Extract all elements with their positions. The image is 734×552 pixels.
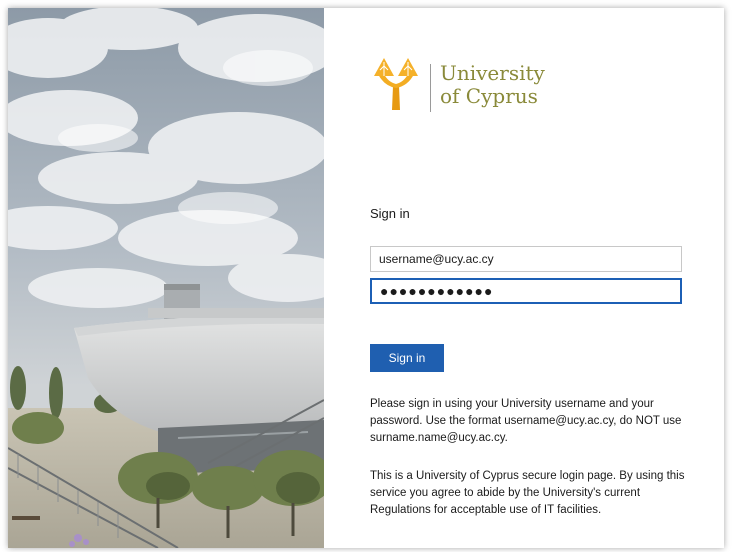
signin-heading: Sign in (370, 206, 410, 221)
username-input[interactable] (370, 246, 682, 272)
university-tree-logo-icon (374, 58, 418, 110)
campus-building-photo (8, 8, 324, 548)
campus-illustration (8, 8, 324, 548)
logo-divider (430, 64, 431, 112)
password-input[interactable] (370, 278, 682, 304)
university-name-line1: University (440, 61, 545, 85)
university-name: University of Cyprus (440, 62, 545, 108)
login-instructions: Please sign in using your University use… (370, 398, 682, 444)
university-logo: University of Cyprus (370, 56, 560, 116)
login-panel: University of Cyprus Sign in Sign in Ple… (324, 8, 724, 548)
university-name-line2: of Cyprus (440, 84, 538, 108)
login-disclaimer: This is a University of Cyprus secure lo… (370, 470, 685, 516)
login-window: University of Cyprus Sign in Sign in Ple… (8, 8, 724, 548)
signin-button[interactable]: Sign in (370, 344, 444, 372)
